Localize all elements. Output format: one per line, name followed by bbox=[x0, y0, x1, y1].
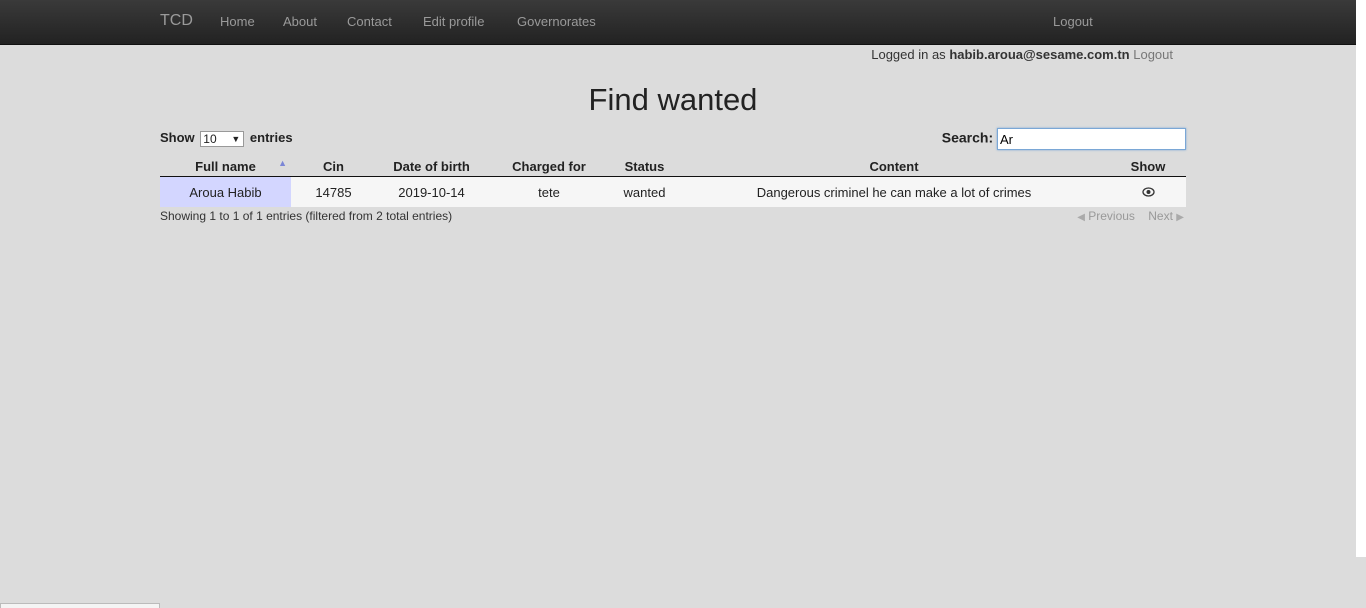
nav-item-about[interactable]: About bbox=[283, 14, 317, 29]
pagination: ◀ Previous Next ▶ bbox=[1077, 209, 1184, 223]
dropdown-arrow-icon: ▼ bbox=[231, 133, 241, 144]
next-button[interactable]: Next bbox=[1148, 209, 1173, 223]
column-label: Cin bbox=[323, 158, 344, 174]
entries-label: entries bbox=[249, 130, 293, 145]
table-row: Aroua Habib 14785 2019-10-14 tete wanted… bbox=[160, 176, 1186, 207]
logged-in-label: Logged in as bbox=[871, 47, 946, 62]
previous-arrow-icon: ◀ bbox=[1077, 212, 1085, 223]
nav-item-governorates[interactable]: Governorates bbox=[517, 14, 596, 29]
entries-length-control: Show 10 ▼ entries bbox=[160, 130, 293, 147]
previous-button[interactable]: Previous bbox=[1088, 209, 1135, 223]
page-title: Find wanted bbox=[588, 82, 758, 117]
user-status-bar: Logged in as habib.aroua@sesame.com.tn L… bbox=[871, 47, 1173, 62]
entries-select-value: 10 bbox=[203, 131, 217, 146]
cell-charged-for: tete bbox=[487, 176, 611, 207]
cell-show bbox=[1110, 176, 1186, 207]
column-label: Status bbox=[624, 158, 665, 174]
show-label: Show bbox=[160, 130, 195, 145]
entries-select[interactable]: 10 ▼ bbox=[200, 130, 245, 147]
sort-asc-icon: ▲ bbox=[278, 158, 287, 168]
user-email: habib.aroua@sesame.com.tn bbox=[949, 47, 1130, 62]
column-label: Show bbox=[1130, 158, 1166, 174]
cell-date-of-birth: 2019-10-14 bbox=[376, 176, 487, 207]
bottom-edge-bar bbox=[0, 603, 160, 608]
brand-logo[interactable]: TCD bbox=[160, 12, 193, 30]
nav-item-edit-profile[interactable]: Edit profile bbox=[423, 14, 484, 29]
wanted-table: Full name ▲ Cin Date of birth Charged for… bbox=[160, 156, 1186, 207]
search-control: Search: bbox=[942, 128, 1186, 150]
cell-status: wanted bbox=[611, 176, 678, 207]
user-logout-link[interactable]: Logout bbox=[1133, 47, 1173, 62]
column-header-content[interactable]: Content bbox=[678, 156, 1110, 177]
next-arrow-icon: ▶ bbox=[1176, 212, 1184, 223]
column-label: Date of birth bbox=[393, 158, 470, 174]
column-header-cin[interactable]: Cin bbox=[291, 156, 376, 177]
nav-item-contact[interactable]: Contact bbox=[347, 14, 392, 29]
eye-icon[interactable] bbox=[1141, 186, 1155, 197]
search-input[interactable] bbox=[997, 128, 1186, 150]
column-header-charged-for[interactable]: Charged for bbox=[487, 156, 611, 177]
column-label: Content bbox=[869, 158, 919, 174]
column-header-show[interactable]: Show bbox=[1110, 156, 1186, 177]
column-label: Charged for bbox=[512, 158, 586, 174]
cell-cin: 14785 bbox=[291, 176, 376, 207]
cell-content: Dangerous criminel he can make a lot of … bbox=[678, 176, 1110, 207]
table-info: Showing 1 to 1 of 1 entries (filtered fr… bbox=[160, 209, 453, 223]
table-header-row: Full name ▲ Cin Date of birth Charged for… bbox=[160, 156, 1186, 177]
top-navbar: TCD Home About Contact Edit profile Gove… bbox=[0, 0, 1356, 45]
column-header-status[interactable]: Status bbox=[611, 156, 678, 177]
scrollbar-track[interactable] bbox=[1356, 0, 1366, 557]
cell-full-name: Aroua Habib bbox=[160, 176, 291, 207]
nav-logout-link[interactable]: Logout bbox=[1053, 14, 1093, 29]
search-label: Search: bbox=[941, 129, 994, 146]
column-header-full-name[interactable]: Full name ▲ bbox=[160, 156, 291, 177]
column-label: Full name bbox=[195, 158, 256, 174]
nav-item-home[interactable]: Home bbox=[220, 14, 255, 29]
column-header-date-of-birth[interactable]: Date of birth bbox=[376, 156, 487, 177]
